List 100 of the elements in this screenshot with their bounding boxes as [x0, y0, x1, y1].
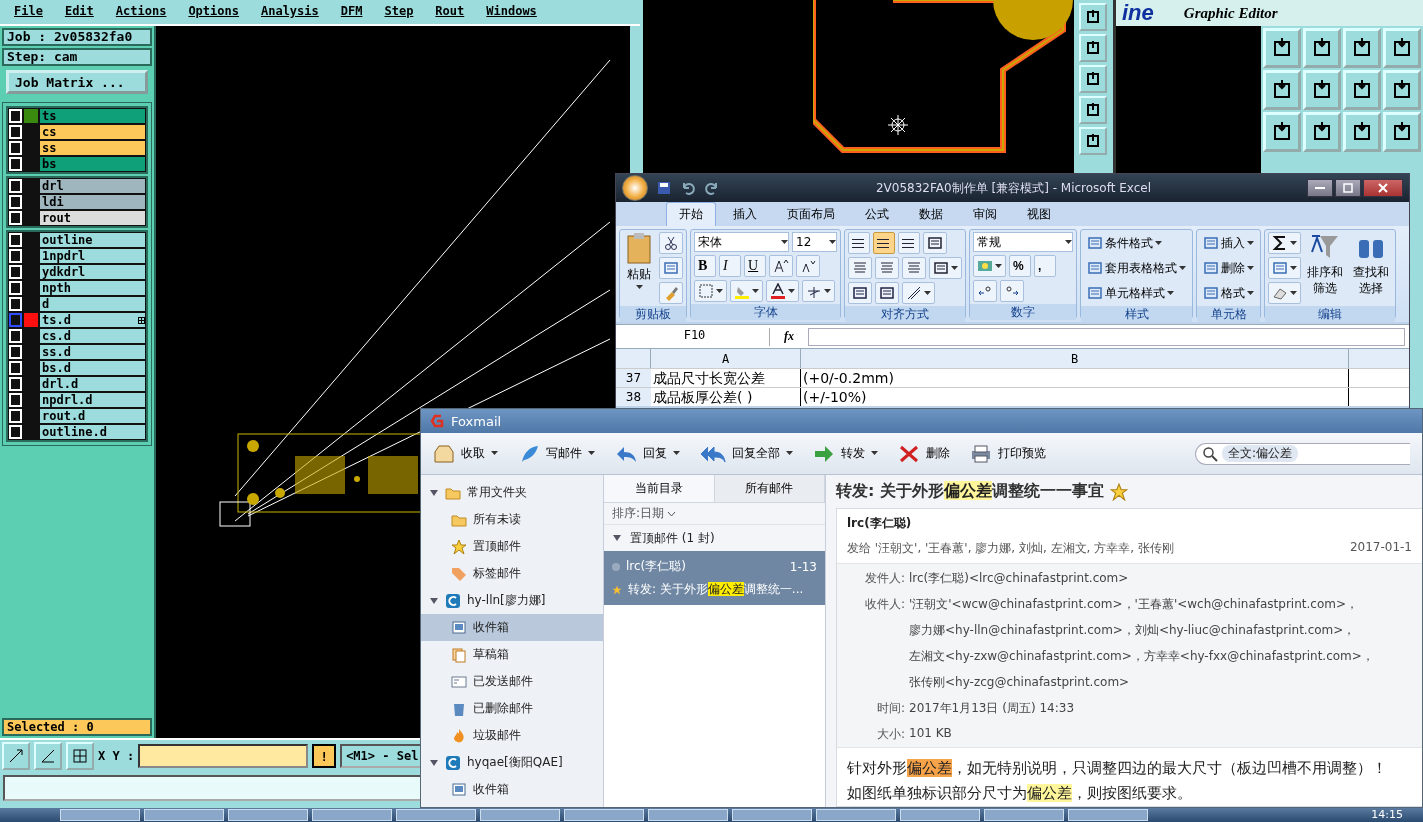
menu-item[interactable]: Options — [188, 4, 239, 18]
ribbon-menu-button[interactable]: 删除 — [1200, 257, 1257, 279]
layer-name[interactable]: ss — [40, 141, 145, 155]
layer-name[interactable]: cs.d — [40, 329, 145, 343]
folder-item[interactable]: 草稿箱 — [421, 641, 603, 668]
fill-color-button[interactable] — [730, 280, 763, 302]
tool-button[interactable] — [1343, 112, 1381, 152]
toolbar-button[interactable]: 转发 — [813, 443, 878, 464]
account-item[interactable]: 常用文件夹 — [421, 479, 603, 506]
align-button[interactable] — [848, 232, 870, 254]
font-size-field[interactable]: 12 — [792, 232, 837, 252]
shrink-font-button[interactable] — [796, 255, 820, 277]
name-box[interactable]: F10 — [620, 327, 770, 346]
ribbon-big-button[interactable]: 排序和筛选 — [1304, 232, 1347, 296]
toolbar-button[interactable]: 写邮件 — [518, 443, 595, 464]
menu-item[interactable]: DFM — [340, 4, 363, 18]
ribbon-tab[interactable]: 审阅 — [960, 202, 1010, 226]
maximize-button[interactable] — [1335, 179, 1361, 197]
font-color-button[interactable] — [766, 280, 799, 302]
toolbar-button[interactable] — [1079, 34, 1108, 62]
zoom-button[interactable] — [2, 742, 30, 770]
menu-item[interactable]: Actions — [115, 4, 167, 18]
layer-name[interactable]: 1npdrl — [40, 249, 145, 263]
ribbon-tab[interactable]: 公式 — [852, 202, 902, 226]
ribbon-tab[interactable]: 数据 — [906, 202, 956, 226]
tool-button[interactable] — [1383, 28, 1421, 68]
grow-font-button[interactable] — [769, 255, 793, 277]
number-format-field[interactable]: 常规 — [973, 232, 1073, 252]
currency-button[interactable] — [973, 255, 1006, 277]
layer-checkbox[interactable] — [9, 313, 22, 327]
tool-button[interactable] — [1343, 70, 1381, 110]
menu-item[interactable]: File — [14, 4, 43, 18]
indent-button[interactable] — [875, 282, 899, 304]
layer-name[interactable]: d — [40, 297, 145, 311]
layer-name[interactable]: outline.d — [40, 425, 145, 439]
copy-button[interactable] — [659, 257, 683, 279]
group-header[interactable]: 置顶邮件 (1 封) — [604, 525, 825, 551]
ribbon-menu-button[interactable]: 条件格式 — [1084, 232, 1189, 254]
border-button[interactable] — [694, 280, 727, 302]
sort-menu[interactable]: 排序:日期 — [604, 503, 825, 525]
ribbon-tab[interactable]: 页面布局 — [774, 202, 848, 226]
toolbar-button[interactable]: 删除 — [898, 443, 950, 464]
layer-name[interactable]: cs — [40, 125, 145, 139]
toolbar-button[interactable] — [1079, 65, 1108, 93]
orientation-button[interactable] — [902, 282, 935, 304]
grid-button[interactable] — [66, 742, 94, 770]
fill-button[interactable] — [1268, 257, 1301, 279]
tool-button[interactable] — [1263, 70, 1301, 110]
increase-decimal-button[interactable] — [973, 280, 997, 302]
font-style-button[interactable]: U — [744, 255, 766, 277]
phonetic-button[interactable] — [802, 280, 835, 302]
account-item[interactable]: hy-lln[廖力娜] — [421, 587, 603, 614]
function-label[interactable]: fx — [776, 329, 802, 344]
cut-button[interactable] — [659, 232, 683, 254]
ribbon-menu-button[interactable]: 套用表格格式 — [1084, 257, 1189, 279]
folder-item[interactable]: 标签邮件 — [421, 560, 603, 587]
folder-item[interactable]: 收件箱 — [421, 614, 603, 641]
merge-button[interactable] — [929, 257, 962, 279]
tool-button[interactable] — [1263, 28, 1301, 68]
number-style-button[interactable]: % — [1009, 255, 1031, 277]
layer-name[interactable]: ldi — [40, 195, 145, 209]
layer-name[interactable]: npdrl.d — [40, 393, 145, 407]
clear-button[interactable] — [1268, 282, 1301, 304]
folder-item[interactable]: 已发送邮件 — [421, 668, 603, 695]
menu-item[interactable]: Rout — [435, 4, 465, 18]
folder-item[interactable]: 所有未读 — [421, 506, 603, 533]
menu-item[interactable]: Analysis — [260, 4, 319, 18]
list-tab[interactable]: 当前目录 — [604, 475, 715, 502]
alert-button[interactable]: ! — [312, 744, 337, 768]
outdent-button[interactable] — [848, 282, 872, 304]
tool-button[interactable] — [1263, 112, 1301, 152]
measure-button[interactable] — [34, 742, 62, 770]
layer-name[interactable]: bs — [40, 157, 145, 171]
ribbon-menu-button[interactable]: 格式 — [1200, 282, 1257, 304]
search-field[interactable]: 全文:偏公差 — [1195, 442, 1410, 465]
toolbar-button[interactable] — [1079, 127, 1108, 155]
ribbon-menu-button[interactable]: 插入 — [1200, 232, 1257, 254]
job-matrix-button[interactable]: Job Matrix ... — [6, 70, 148, 94]
layer-name[interactable]: ts — [40, 109, 145, 123]
font-name-field[interactable]: 宋体 — [694, 232, 789, 252]
toolbar-button[interactable] — [1079, 3, 1108, 31]
xy-input-field[interactable] — [138, 744, 309, 768]
decrease-decimal-button[interactable] — [1000, 280, 1024, 302]
tool-button[interactable] — [1343, 28, 1381, 68]
toolbar-button[interactable]: 回复 — [615, 443, 680, 464]
number-style-button[interactable]: , — [1034, 255, 1056, 277]
align-button[interactable] — [873, 232, 895, 254]
layer-name[interactable]: drl.d — [40, 377, 145, 391]
sum-button[interactable] — [1268, 232, 1301, 254]
tool-button[interactable] — [1383, 112, 1421, 152]
tool-button[interactable] — [1303, 28, 1341, 68]
wrap-text-button[interactable] — [923, 232, 947, 254]
folder-item[interactable]: 置顶邮件 — [421, 533, 603, 560]
ribbon-menu-button[interactable]: 单元格样式 — [1084, 282, 1189, 304]
toolbar-button[interactable] — [1079, 96, 1108, 124]
layer-name[interactable]: outline — [40, 233, 145, 247]
menu-item[interactable]: Windows — [486, 4, 537, 18]
align-button[interactable] — [898, 232, 920, 254]
font-style-button[interactable]: I — [719, 255, 741, 277]
folder-item[interactable]: 已删除邮件 — [421, 695, 603, 722]
